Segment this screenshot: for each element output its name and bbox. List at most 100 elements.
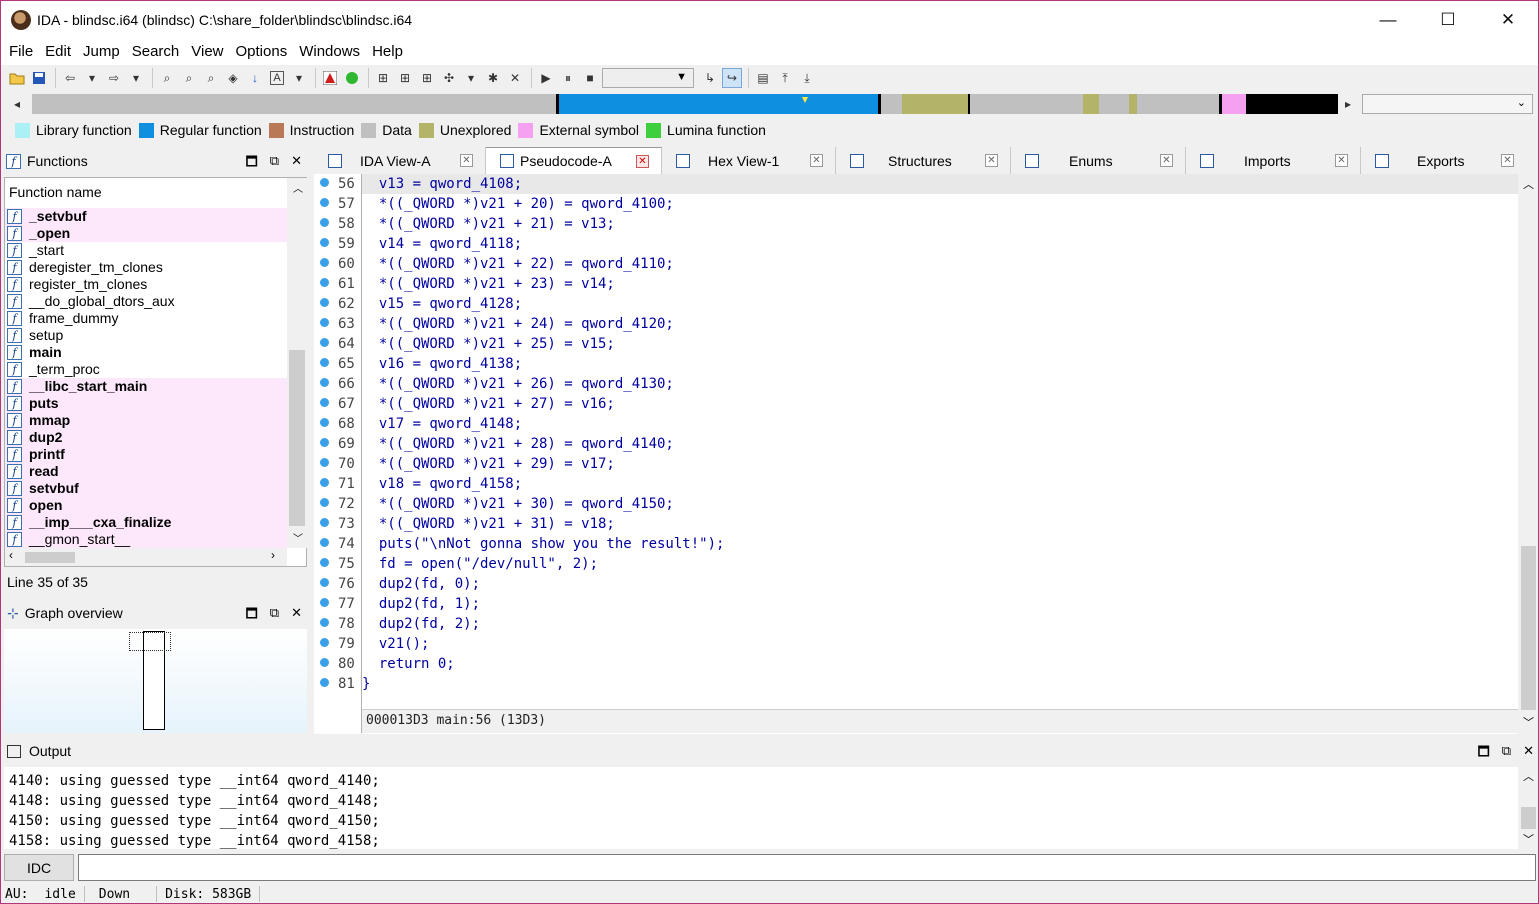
forward-icon[interactable]: ⇨ xyxy=(104,68,124,88)
function-list-item[interactable]: f _setvbuf xyxy=(5,208,287,225)
warning-icon[interactable] xyxy=(320,68,340,88)
code-line[interactable]: v18 = qword_4158; xyxy=(362,474,522,494)
code-line[interactable]: v17 = qword_4148; xyxy=(362,414,522,434)
breakpoint-dot-icon[interactable] xyxy=(320,438,329,447)
open-folder-icon[interactable] xyxy=(7,68,27,88)
function-list-item[interactable]: f _open xyxy=(5,225,287,242)
line-number[interactable]: 59 xyxy=(320,234,362,254)
function-list-item[interactable]: f read xyxy=(5,463,287,480)
breakpoint-dot-icon[interactable] xyxy=(320,498,329,507)
panel-float-icon[interactable]: ⧉ xyxy=(270,153,279,175)
code-line[interactable]: v14 = qword_4118; xyxy=(362,234,522,254)
line-number[interactable]: 60 xyxy=(320,254,362,274)
code-line[interactable]: *((_QWORD *)v21 + 31) = v18; xyxy=(362,514,615,534)
minimize-button[interactable]: — xyxy=(1358,1,1418,39)
code-line[interactable]: fd = open("/dev/null", 2); xyxy=(362,554,598,574)
function-list[interactable]: Function name f _setvbuf f _open f _start f der… xyxy=(4,177,307,567)
breakpoint-dot-icon[interactable] xyxy=(320,578,329,587)
scroll-up-icon[interactable]: ︿ xyxy=(1523,176,1534,192)
breakpoint-dot-icon[interactable] xyxy=(320,518,329,527)
function-list-item[interactable]: f register_tm_clones xyxy=(5,276,287,293)
nav-right-arrow-icon[interactable]: ▸ xyxy=(1342,94,1354,114)
menu-file[interactable]: File xyxy=(3,39,39,65)
function-list-item[interactable]: f __libc_start_main xyxy=(5,378,287,395)
scroll-thumb[interactable] xyxy=(289,350,305,526)
scroll-up-icon[interactable]: ︿ xyxy=(293,180,303,195)
graph-icon[interactable]: ⊞ xyxy=(373,68,393,88)
function-list-item[interactable]: f _start xyxy=(5,242,287,259)
panel-maximize-icon[interactable]: 🗖 xyxy=(245,605,257,627)
breakpoint-dot-icon[interactable] xyxy=(320,678,329,687)
chevron-down-icon[interactable]: ▾ xyxy=(289,68,309,88)
chevron-down-icon[interactable]: ▾ xyxy=(82,68,102,88)
chevron-down-icon[interactable]: ▾ xyxy=(461,68,481,88)
code-line[interactable]: v13 = qword_4108; xyxy=(362,174,1519,194)
line-number[interactable]: 64 xyxy=(320,334,362,354)
code-line[interactable]: v21(); xyxy=(362,634,430,654)
pause-icon[interactable]: ⏸ xyxy=(558,68,578,88)
tab-ida-view-a[interactable]: IDA View-A ✕ xyxy=(314,147,486,174)
function-list-hscroll[interactable]: ‹ › xyxy=(5,548,287,566)
line-number[interactable]: 75 xyxy=(320,554,362,574)
breakpoint-dot-icon[interactable] xyxy=(320,338,329,347)
line-number[interactable]: 66 xyxy=(320,374,362,394)
scroll-down-icon[interactable]: ﹀ xyxy=(1523,831,1534,847)
function-list-item[interactable]: f mmap xyxy=(5,412,287,429)
code-line[interactable]: v15 = qword_4128; xyxy=(362,294,522,314)
line-number[interactable]: 68 xyxy=(320,414,362,434)
jump-down-icon[interactable]: ↓ xyxy=(245,68,265,88)
output-text[interactable]: 4140: using guessed type __int64 qword_4… xyxy=(4,767,1518,849)
code-line[interactable]: *((_QWORD *)v21 + 24) = qword_4120; xyxy=(362,314,674,334)
nodes-icon[interactable]: ✣ xyxy=(439,68,459,88)
graph-edit-icon[interactable]: ⊞ xyxy=(417,68,437,88)
green-circle-icon[interactable] xyxy=(342,68,362,88)
breakpoint-dot-icon[interactable] xyxy=(320,598,329,607)
breakpoint-dot-icon[interactable] xyxy=(320,658,329,667)
line-number[interactable]: 56 xyxy=(320,174,362,194)
breakpoint-dot-icon[interactable] xyxy=(320,198,329,207)
breakpoint-dot-icon[interactable] xyxy=(320,358,329,367)
scroll-thumb[interactable] xyxy=(1521,807,1536,829)
stop-icon[interactable]: ■ xyxy=(580,68,600,88)
breakpoint-dot-icon[interactable] xyxy=(320,238,329,247)
graph-overview-canvas[interactable] xyxy=(4,629,307,733)
code-line[interactable]: *((_QWORD *)v21 + 23) = v14; xyxy=(362,274,615,294)
line-number[interactable]: 79 xyxy=(320,634,362,654)
tab-close-icon[interactable]: ✕ xyxy=(1160,154,1173,167)
tab-close-icon[interactable]: ✕ xyxy=(636,155,649,168)
chevron-down-icon[interactable]: ▾ xyxy=(126,68,146,88)
breakpoint-dot-icon[interactable] xyxy=(320,558,329,567)
code-line[interactable]: *((_QWORD *)v21 + 20) = qword_4100; xyxy=(362,194,674,214)
panel-close-icon[interactable]: ✕ xyxy=(291,153,302,175)
tab-close-icon[interactable]: ✕ xyxy=(985,154,998,167)
scroll-up-icon[interactable]: ︿ xyxy=(1523,768,1534,784)
tab-close-icon[interactable]: ✕ xyxy=(810,154,823,167)
tab-exports[interactable]: Exports ✕ xyxy=(1361,147,1520,174)
line-number[interactable]: 67 xyxy=(320,394,362,414)
code-line[interactable]: dup2(fd, 2); xyxy=(362,614,480,634)
code-line[interactable]: *((_QWORD *)v21 + 26) = qword_4130; xyxy=(362,374,674,394)
code-line[interactable]: *((_QWORD *)v21 + 29) = v17; xyxy=(362,454,615,474)
save-icon[interactable] xyxy=(29,68,49,88)
line-number[interactable]: 65 xyxy=(320,354,362,374)
tracing-off-icon[interactable]: ⤓ xyxy=(797,68,817,88)
maximize-button[interactable]: ☐ xyxy=(1418,1,1478,39)
function-list-item[interactable]: f __do_global_dtors_aux xyxy=(5,293,287,310)
menu-help[interactable]: Help xyxy=(366,39,409,65)
line-number[interactable]: 58 xyxy=(320,214,362,234)
tracing-icon[interactable]: ⤒ xyxy=(775,68,795,88)
function-list-item[interactable]: f deregister_tm_clones xyxy=(5,259,287,276)
code-line[interactable]: dup2(fd, 0); xyxy=(362,574,480,594)
scroll-down-icon[interactable]: ﹀ xyxy=(293,530,303,545)
command-input[interactable] xyxy=(78,854,1536,881)
tab-enums[interactable]: Enums ✕ xyxy=(1011,147,1186,174)
tab-structures[interactable]: Structures ✕ xyxy=(836,147,1011,174)
pseudocode-vscroll[interactable]: ︿ ﹀ xyxy=(1518,174,1538,734)
graph-add-icon[interactable]: ⊞ xyxy=(395,68,415,88)
breakpoint-dot-icon[interactable] xyxy=(320,538,329,547)
breakpoint-dot-icon[interactable] xyxy=(320,418,329,427)
idc-language-button[interactable]: IDC xyxy=(4,854,74,881)
close-button[interactable]: ✕ xyxy=(1478,1,1538,39)
code-line[interactable]: return 0; xyxy=(362,654,455,674)
function-list-item[interactable]: f frame_dummy xyxy=(5,310,287,327)
